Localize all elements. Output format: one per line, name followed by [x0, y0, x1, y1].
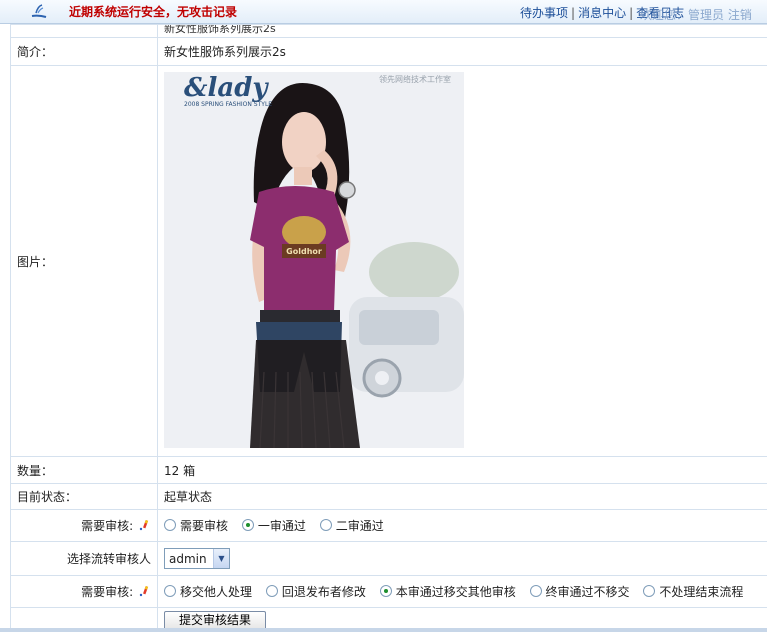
option-return-publisher[interactable]: 回退发布者修改 — [265, 583, 366, 600]
radio-button-selected[interactable] — [241, 519, 254, 532]
image-row: 图片： Goldhor &lady 2008 SPRING FASHION ST… — [10, 65, 767, 457]
security-alert-text: 近期系统运行安全，无攻击记录 — [69, 5, 238, 19]
approver-select-value: admin — [169, 551, 207, 566]
todo-link[interactable]: 待办事项 — [520, 6, 568, 20]
brand-logo-text: &lady — [184, 73, 269, 103]
intro-row: 简介： 新女性服饰系列展示2s — [10, 37, 767, 66]
quantity-row: 数量： 12 箱 — [10, 456, 767, 484]
radio-button[interactable] — [319, 519, 332, 532]
status-row: 目前状态： 起草状态 — [10, 483, 767, 510]
intro-label: 简介： — [10, 37, 158, 66]
clipped-value: 新女性服饰系列展示2s — [164, 25, 276, 35]
radio-label: 不处理结束流程 — [659, 584, 744, 599]
radio-label: 回退发布者修改 — [281, 584, 366, 599]
review-label: 需要审核: — [81, 519, 134, 533]
radio-label: 二审通过 — [335, 518, 384, 533]
link-separator: | — [571, 6, 576, 20]
top-bar: 近期系统运行安全，无攻击记录 待办事项 | 消息中心 | 查看日志 欢迎您：管理员 注销 — [0, 0, 767, 24]
review2-label-cell: 需要审核: — [10, 575, 158, 608]
radio-button[interactable] — [529, 585, 542, 598]
review-pencil-icon — [139, 519, 149, 531]
svg-text:Goldhor: Goldhor — [286, 247, 322, 256]
image-label: 图片： — [10, 65, 158, 457]
quantity-value: 12 箱 — [157, 456, 767, 484]
radio-button[interactable] — [164, 519, 176, 532]
clipped-label-cell — [10, 24, 158, 38]
radio-button[interactable] — [643, 585, 656, 598]
review-option-second-pass[interactable]: 二审通过 — [319, 517, 384, 534]
radio-label: 一审通过 — [257, 518, 306, 533]
review-option-need-review[interactable]: 需要审核 — [164, 517, 228, 534]
review-option-first-pass[interactable]: 一审通过 — [241, 517, 306, 534]
brand-subtitle: 2008 SPRING FASHION STYLE — [184, 101, 272, 108]
message-center-link[interactable]: 消息中心 — [578, 6, 626, 20]
radio-button[interactable] — [265, 585, 278, 598]
radio-label: 需要审核 — [180, 518, 229, 533]
link-separator: | — [629, 6, 634, 20]
status-value: 起草状态 — [157, 483, 767, 510]
review2-row: 需要审核: 移交他人处理 回退发布者修改 本审通过移交其他审核 终审通过不移交 … — [10, 575, 767, 608]
option-transfer-other[interactable]: 移交他人处理 — [164, 583, 252, 600]
radio-label: 本审通过移交其他审核 — [395, 584, 516, 599]
submit-label-cell — [10, 607, 158, 630]
clipped-value-cell: 新女性服饰系列展示2s — [157, 24, 767, 38]
review-options: 需要审核 一审通过 二审通过 — [157, 509, 767, 542]
radio-label: 移交他人处理 — [180, 584, 253, 599]
option-end-flow[interactable]: 不处理结束流程 — [643, 583, 743, 600]
review-form: 新女性服饰系列展示2s 简介： 新女性服饰系列展示2s 图片： Goldhor … — [10, 24, 767, 630]
photo-watermark: 领先网络技术工作室 — [379, 74, 451, 84]
welcome-overlay-text: 欢迎您：管理员 注销 — [640, 8, 752, 22]
option-pass-transfer[interactable]: 本审通过移交其他审核 — [379, 583, 516, 600]
submit-row: 提交审核结果 — [10, 607, 767, 630]
product-photo-art: Goldhor &lady 2008 SPRING FASHION STYLE … — [164, 72, 464, 448]
radio-button[interactable] — [164, 585, 176, 598]
review2-label: 需要审核: — [81, 585, 134, 599]
status-label: 目前状态： — [10, 483, 158, 510]
image-value-cell: Goldhor &lady 2008 SPRING FASHION STYLE … — [157, 65, 767, 457]
review-row: 需要审核: 需要审核 一审通过 二审通过 — [10, 509, 767, 542]
system-logo-icon — [31, 4, 47, 18]
approver-row: 选择流转审核人 admin ▼ — [10, 541, 767, 576]
radio-label: 终审通过不移交 — [545, 584, 630, 599]
approver-select[interactable]: admin ▼ — [164, 548, 230, 569]
intro-value: 新女性服饰系列展示2s — [157, 37, 767, 66]
radio-button-selected[interactable] — [379, 585, 392, 598]
review-label-cell: 需要审核: — [10, 509, 158, 542]
product-photo: Goldhor &lady 2008 SPRING FASHION STYLE … — [164, 72, 464, 448]
option-final-pass[interactable]: 终审通过不移交 — [529, 583, 630, 600]
review2-options: 移交他人处理 回退发布者修改 本审通过移交其他审核 终审通过不移交 不处理结束流… — [157, 575, 767, 608]
clipped-row: 新女性服饰系列展示2s — [10, 24, 767, 38]
submit-cell: 提交审核结果 — [157, 607, 767, 630]
chevron-down-icon[interactable]: ▼ — [213, 549, 229, 568]
review-pencil-icon — [139, 585, 149, 597]
approver-cell: admin ▼ — [157, 541, 767, 576]
quantity-label: 数量： — [10, 456, 158, 484]
bottom-strip — [0, 628, 767, 632]
approver-label: 选择流转审核人 — [10, 541, 158, 576]
submit-review-button[interactable]: 提交审核结果 — [164, 611, 267, 629]
